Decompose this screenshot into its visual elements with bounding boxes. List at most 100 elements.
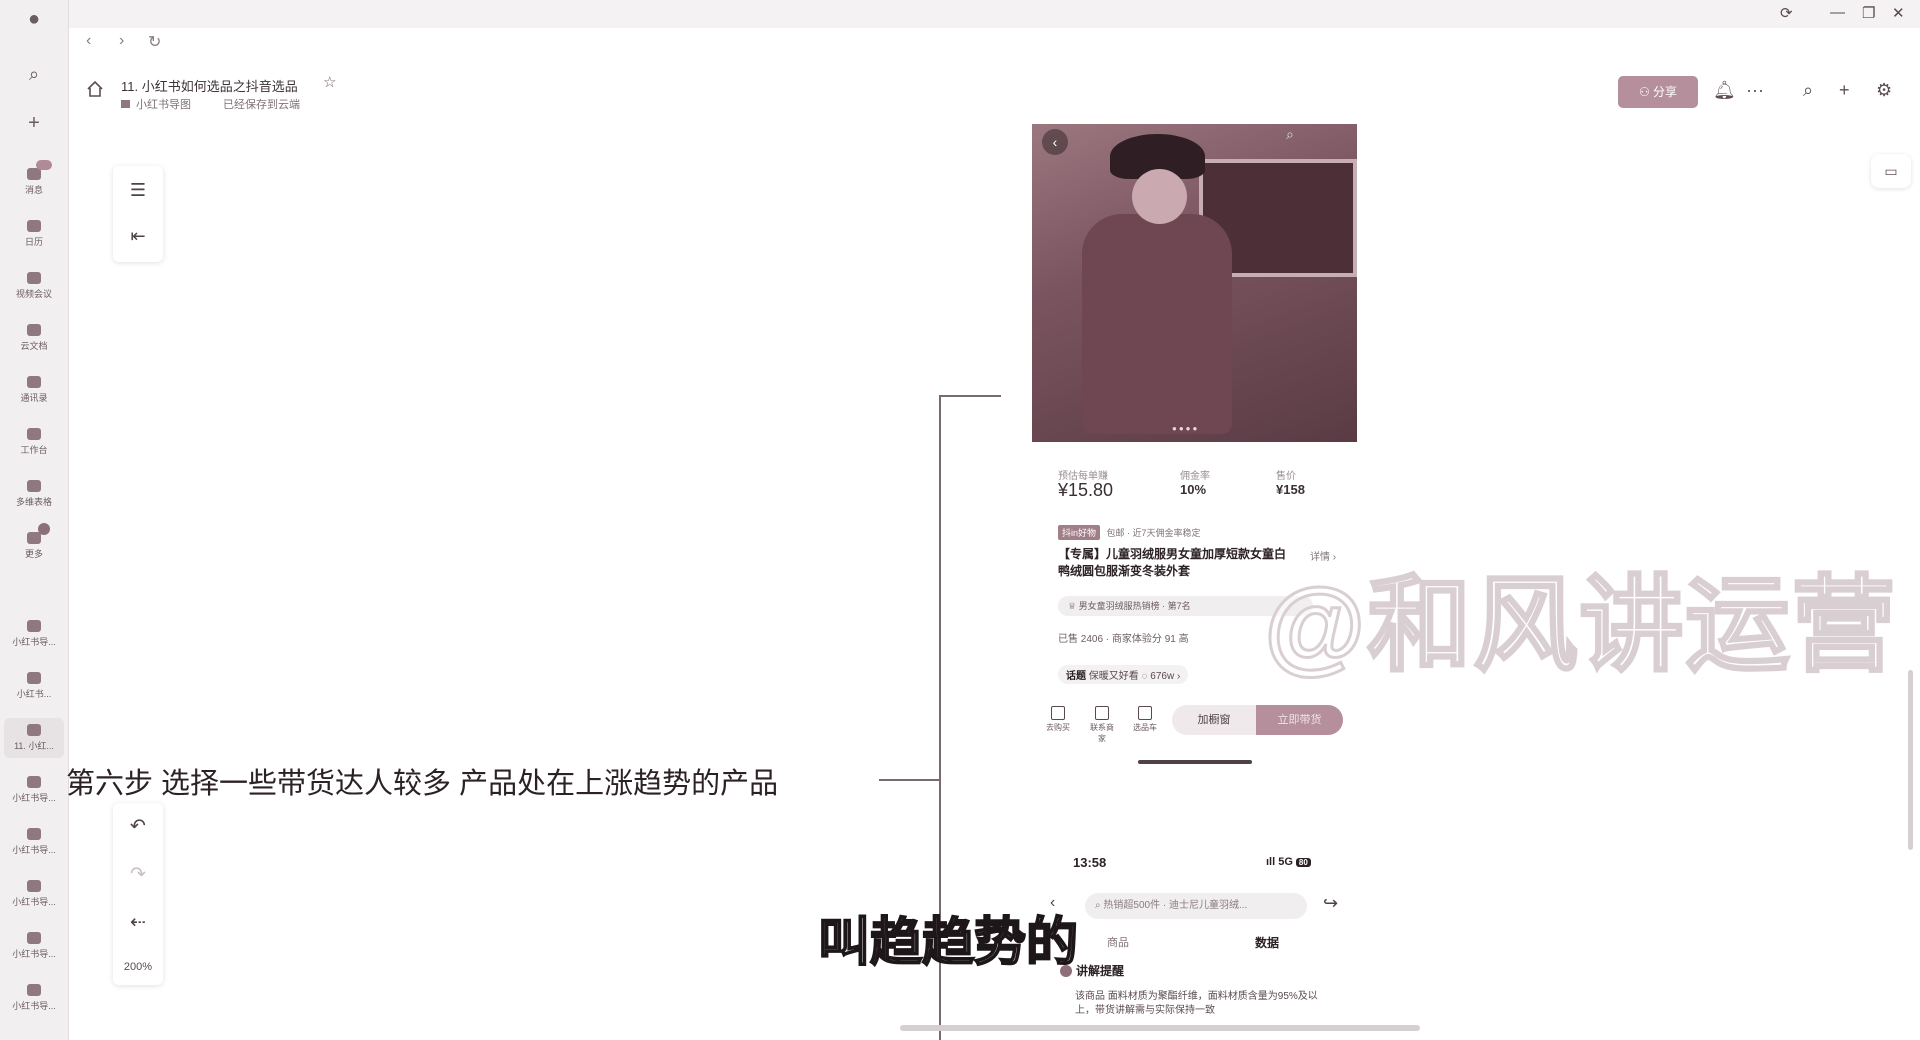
collapse-icon[interactable]: ⇤ [113,214,163,258]
rail-item-doc-7[interactable]: 小红书导... [4,932,64,960]
breadcrumb[interactable]: 小红书导图 [121,96,191,112]
tag: 近7天佣金率稳定 [1132,528,1201,538]
metric-label: 佣金率 [1180,471,1210,482]
home-icon[interactable] [86,80,104,98]
plus-icon[interactable]: + [0,112,68,135]
rail-item-doc-1[interactable]: 小红书导... [4,620,64,648]
rail-item-calendar[interactable]: 日历 [4,220,64,248]
plus-icon[interactable]: + [1839,80,1850,101]
connector-line [879,779,939,781]
metric-value: 10% [1180,482,1207,497]
status-signal: ıll 5G 80 [1266,856,1311,868]
settings-icon[interactable]: ⚙ [1876,80,1892,101]
bell-icon[interactable]: 🔔︎ [1713,80,1736,101]
mindmap-icon [27,672,41,684]
signal-icon: ıll [1266,856,1279,868]
grid-icon [27,428,41,440]
left-rail: ● ⌕ + 消息 日历 视频会议 云文档 通讯录 工作台 多维表格 更多 小红书… [0,0,69,1040]
battery-icon: 80 [1295,858,1311,867]
chat-icon [1095,706,1109,720]
comment-icon[interactable]: ▭ [1871,154,1911,188]
back-button[interactable]: ‹ [86,32,91,50]
product-photo: ‹ ●●●● [1032,124,1357,442]
zoom-level[interactable]: 200% [113,961,163,973]
history-icon[interactable]: ⟳ [1780,4,1793,22]
metric-label: 售价 [1276,471,1296,482]
outline-icon[interactable]: ☰ [113,168,163,212]
mindmap-icon [27,828,41,840]
table-icon [27,480,41,492]
contact-icon-button[interactable]: 联系商家 [1087,706,1117,744]
search-icon[interactable]: ⌕ [1286,126,1294,143]
redo-icon[interactable]: ↷ [113,863,163,886]
rail-item-messages[interactable]: 消息 [4,168,64,196]
trophy-icon: ♕ [1068,601,1079,611]
rail-item-more[interactable]: 更多 [4,532,64,560]
more-icon [27,532,41,544]
connector-branch [939,395,1001,397]
watermark: @和风讲运营 [1262,567,1898,686]
rail-item-base[interactable]: 多维表格 [4,480,64,508]
calendar-icon [27,220,41,232]
page-title: 11. 小红书如何选品之抖音选品 [121,79,298,94]
mindmap-node[interactable]: 第六步 选择一些带货达人较多 产品处在上涨趋势的产品 [66,760,778,802]
rail-item-doc-3[interactable]: 11. 小红... [4,718,64,758]
search-icon[interactable]: ⌕ [1803,80,1813,101]
sales-info: 已售 2406 · 商家体验分 91 高 [1058,634,1189,645]
refresh-button[interactable]: ↻ [148,32,161,52]
unread-badge [36,160,52,170]
arrow-left-icon[interactable]: ⇠ [113,911,163,934]
maximize-button[interactable]: ❐ [1862,4,1875,22]
rail-item-docs[interactable]: 云文档 [4,324,64,352]
add-window-button[interactable]: 加橱窗 [1172,705,1256,735]
outline-toolbar: ☰ ⇤ [113,166,163,262]
back-icon[interactable]: ‹ [1042,129,1068,155]
metric-value: ¥15.80 [1058,480,1114,500]
more-icon[interactable]: ··· [1746,80,1764,101]
tab-goods[interactable]: 商品 [1107,934,1129,950]
minimize-button[interactable]: — [1830,4,1845,21]
metric-value: ¥158 [1276,482,1305,497]
video-subtitle: 叫趋趋势的 [817,913,1079,973]
rail-item-doc-2[interactable]: 小红书... [4,672,64,700]
promote-button[interactable]: 立即带货 [1256,705,1343,735]
avatar[interactable]: ● [0,8,68,31]
history-toolbar: ↶ ↷ ⇠ 200% [113,803,163,985]
tag: 抖in好物 [1058,525,1101,540]
folder-icon [121,100,130,108]
save-status: 已经保存到云端 [223,99,300,111]
remind-body: 该商品 面料材质为聚酯纤维，面料材质含量为95%及以上，带货讲解需与实际保持一致 [1075,991,1318,1016]
status-time: 13:58 [1073,855,1107,870]
tab-data[interactable]: 数据 [1255,934,1279,951]
horizontal-scrollbar[interactable] [900,1025,1420,1031]
buy-icon-button[interactable]: 去购买 [1043,706,1073,733]
rail-item-contacts[interactable]: 通讯录 [4,376,64,404]
rail-item-doc-6[interactable]: 小红书导... [4,880,64,908]
search-input[interactable]: ⌕ 热销超500件 · 迪士尼儿童羽绒... [1085,893,1307,919]
bag-icon [1051,706,1065,720]
search-icon[interactable]: ⌕ [0,64,68,85]
cart-icon-button[interactable]: 选品车 [1130,706,1160,733]
rail-item-doc-8[interactable]: 小红书导... [4,984,64,1012]
video-icon [27,272,41,284]
rail-item-doc-5[interactable]: 小红书导... [4,828,64,856]
window-titlebar [0,0,1920,28]
share-icon[interactable]: ↪ [1323,893,1338,914]
rail-item-workplace[interactable]: 工作台 [4,428,64,456]
rail-item-meeting[interactable]: 视频会议 [4,272,64,300]
mindmap-icon [27,620,41,632]
forward-button[interactable]: › [119,32,124,50]
vertical-scrollbar[interactable] [1908,670,1913,850]
undo-icon[interactable]: ↶ [113,815,163,838]
photo-coat [1082,214,1232,434]
photo-face [1132,169,1187,224]
doc-icon [27,324,41,336]
mindmap-icon [27,776,41,788]
close-button[interactable]: ✕ [1892,4,1905,22]
mindmap-icon [27,880,41,892]
star-icon[interactable]: ☆ [323,73,336,91]
share-button[interactable]: ⚇ 分享 [1618,76,1698,108]
topic-chip[interactable]: 话题 保暖又好看 ◌ 676w › [1058,665,1189,684]
rail-item-doc-4[interactable]: 小红书导... [4,776,64,804]
home-indicator [1138,760,1252,764]
